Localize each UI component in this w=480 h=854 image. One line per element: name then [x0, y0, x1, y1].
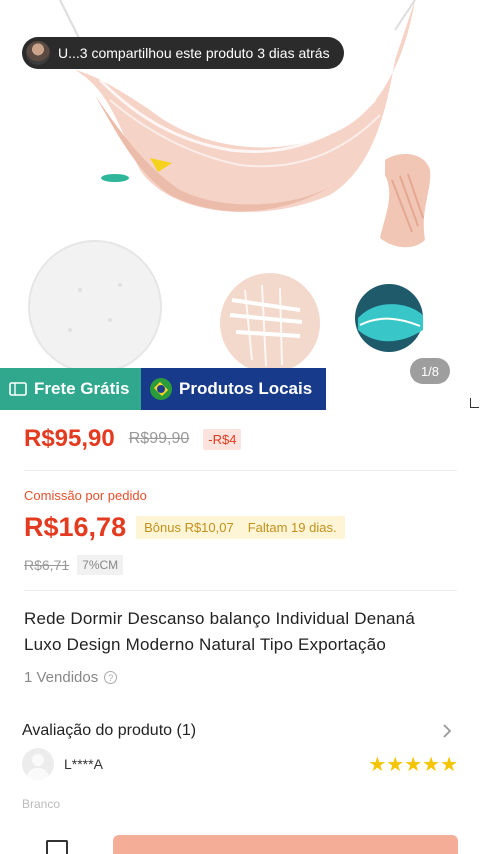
commission-rate: 7%CM [77, 555, 124, 575]
review-item: L****A ★★★★★ [22, 748, 458, 780]
bonus-chip: Bônus R$10,07 Faltam 19 dias. [136, 516, 345, 539]
free-shipping-label: Frete Grátis [34, 379, 130, 398]
bonus-remaining: Faltam 19 dias. [247, 520, 337, 535]
reviews-title: Avaliação do produto (1) [22, 722, 197, 739]
chevron-right-icon [443, 724, 452, 738]
discount-badge: -R$4 [203, 428, 242, 450]
reviewer-name: L****A [64, 756, 103, 772]
local-products-badge: Produtos Locais [141, 368, 326, 410]
brazil-flag-icon [150, 378, 172, 400]
bonus-amount: Bônus R$10,07 [144, 520, 234, 535]
old-commission: R$6,71 [24, 557, 70, 573]
corner-marker [470, 398, 479, 408]
commission-value: R$16,78 [24, 512, 127, 542]
local-products-label: Produtos Locais [179, 379, 313, 398]
reviews-header[interactable]: Avaliação do produto (1) [22, 722, 452, 740]
original-price: R$99,90 [128, 430, 190, 447]
rating-stars-icon: ★★★★★ [368, 753, 458, 776]
product-badges: Frete Grátis Produtos Locais [0, 368, 326, 410]
divider [24, 470, 457, 471]
current-price: R$95,90 [24, 425, 115, 452]
divider [24, 590, 457, 591]
commission-details: R$6,71 7%CM [24, 555, 124, 575]
price-row: R$95,90 R$99,90 -R$4 [24, 425, 242, 453]
review-variant: Branco [22, 797, 61, 811]
info-icon[interactable]: ? [104, 671, 118, 684]
sharer-avatar [26, 41, 50, 65]
share-text: U...3 compartilhou este produto 3 dias a… [58, 45, 330, 61]
sold-count: 1 Vendidos ? [24, 669, 118, 686]
share-notification: U...3 compartilhou este produto 3 dias a… [22, 37, 344, 69]
product-title: Rede Dormir Descanso balanço Individual … [24, 609, 415, 654]
product-image-gallery[interactable]: U...3 compartilhou este produto 3 dias a… [0, 0, 480, 410]
ticket-icon [9, 382, 27, 396]
commission-label: Comissão por pedido [24, 488, 147, 503]
buy-button[interactable] [113, 835, 458, 854]
store-icon[interactable] [46, 840, 68, 854]
free-shipping-badge: Frete Grátis [0, 368, 141, 410]
reviewer-avatar [22, 748, 54, 780]
sold-label: 1 Vendidos [24, 669, 99, 686]
image-counter: 1/8 [410, 358, 450, 384]
bottom-action-bar [0, 826, 480, 854]
commission-row: R$16,78 Bônus R$10,07 Faltam 19 dias. [24, 512, 345, 543]
